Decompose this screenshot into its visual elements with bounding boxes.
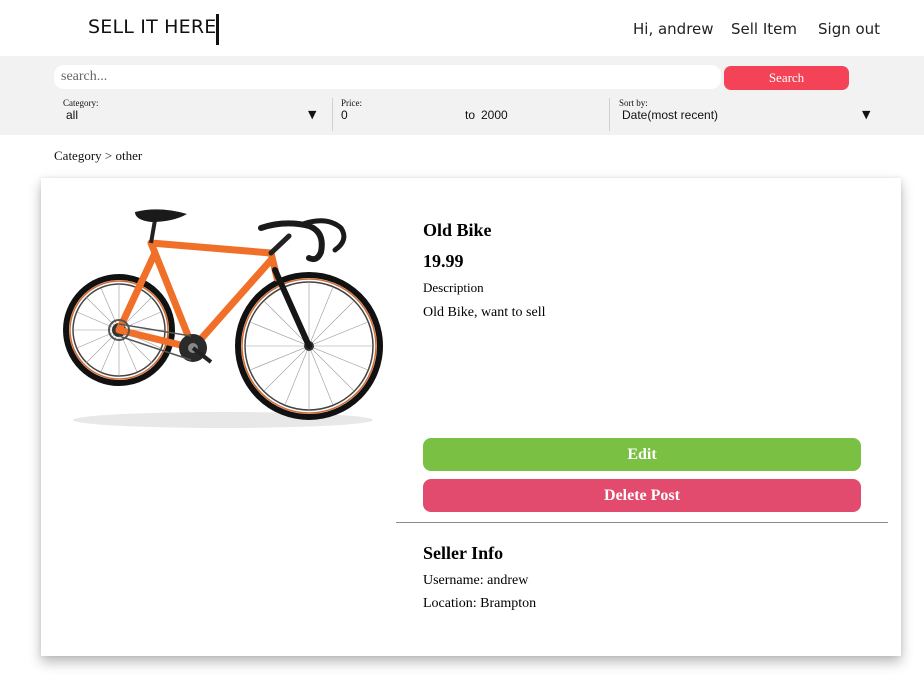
seller-username: Username: andrew	[423, 573, 529, 588]
logo-divider	[216, 14, 219, 45]
search-input[interactable]	[54, 65, 721, 89]
product-card: Old Bike 19.99 Description Old Bike, wan…	[41, 178, 901, 656]
category-dropdown-icon[interactable]: ▼	[308, 108, 316, 121]
filter-separator	[332, 98, 333, 131]
delete-post-button[interactable]: Delete Post	[423, 479, 861, 512]
seller-location: Location: Brampton	[423, 596, 537, 611]
seller-info-heading: Seller Info	[423, 543, 504, 563]
price-max-input[interactable]: 2000	[481, 108, 508, 122]
product-price: 19.99	[423, 251, 464, 271]
edit-button[interactable]: Edit	[423, 438, 861, 471]
top-header: SELL IT HERE Hi, andrew Sell Item Sign o…	[0, 0, 924, 56]
bicycle-image	[63, 209, 383, 428]
price-to-label: to	[465, 108, 476, 122]
bike-frame-icon	[115, 239, 281, 352]
category-select[interactable]: all	[66, 108, 78, 122]
sort-select[interactable]: Date(most recent)	[622, 108, 718, 122]
category-filter-label: Category:	[63, 98, 99, 108]
breadcrumb: Category > other	[54, 148, 143, 163]
search-button[interactable]: Search	[724, 66, 849, 90]
product-description: Old Bike, want to sell	[423, 305, 546, 320]
user-greeting-link[interactable]: Hi, andrew	[633, 20, 714, 38]
description-label: Description	[423, 280, 484, 295]
site-logo[interactable]: SELL IT HERE	[88, 16, 216, 38]
product-title: Old Bike	[423, 220, 492, 240]
sign-out-link[interactable]: Sign out	[818, 20, 880, 38]
price-min-input[interactable]: 0	[341, 108, 348, 122]
price-filter-label: Price:	[341, 98, 362, 108]
filter-separator	[609, 98, 610, 131]
sell-item-link[interactable]: Sell Item	[731, 20, 797, 38]
sort-filter-label: Sort by:	[619, 98, 648, 108]
sort-dropdown-icon[interactable]: ▼	[862, 108, 870, 121]
search-filter-bar: Search Category: all ▼ Price: 0 to 2000 …	[0, 56, 924, 135]
section-divider	[396, 522, 888, 523]
